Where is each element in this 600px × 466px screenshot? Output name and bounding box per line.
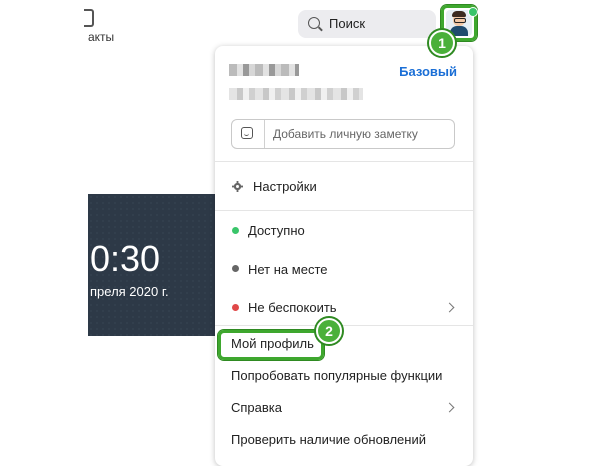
personal-note-field[interactable]: Добавить личную заметку [231, 119, 455, 149]
gear-icon [232, 181, 243, 192]
menu-item-settings[interactable]: Настройки [253, 179, 317, 194]
menu-item-away[interactable]: Нет на месте [248, 262, 327, 277]
step-badge-2: 2 [316, 318, 342, 344]
search-input[interactable]: Поиск [329, 16, 365, 31]
blurred-email [229, 88, 363, 100]
profile-dropdown-menu: Базовый Добавить личную заметку Настройк… [215, 46, 473, 466]
divider [215, 161, 473, 162]
top-bar: акты Поиск [0, 0, 600, 48]
contacts-tab-label[interactable]: акты [88, 30, 114, 44]
search-icon [308, 17, 320, 29]
menu-item-check-updates[interactable]: Проверить наличие обновлений [231, 432, 426, 447]
available-status-icon [232, 227, 239, 234]
online-status-icon [468, 7, 478, 17]
away-status-icon [232, 265, 239, 272]
menu-item-help[interactable]: Справка [231, 400, 282, 415]
blurred-username [229, 64, 299, 76]
chevron-right-icon [444, 402, 455, 413]
plan-link[interactable]: Базовый [399, 64, 457, 79]
clock-time: 0:30 [90, 238, 161, 279]
dnd-status-icon [232, 304, 239, 311]
menu-item-do-not-disturb[interactable]: Не беспокоить [248, 300, 337, 315]
divider [215, 210, 473, 211]
menu-item-available[interactable]: Доступно [248, 223, 305, 238]
search-box[interactable]: Поиск [298, 10, 436, 38]
my-profile-highlight [218, 330, 324, 360]
personal-note-placeholder: Добавить личную заметку [273, 127, 418, 141]
smile-icon [241, 127, 253, 139]
divider [215, 325, 473, 326]
emoji-button[interactable] [232, 120, 265, 148]
step-badge-1: 1 [429, 30, 455, 56]
clock-date: преля 2020 г. [90, 284, 169, 299]
menu-item-try-features[interactable]: Попробовать популярные функции [231, 368, 442, 383]
contacts-icon[interactable] [84, 9, 94, 27]
home-clock-panel: 0:30 преля 2020 г. [88, 194, 216, 336]
chevron-right-icon [444, 302, 455, 313]
